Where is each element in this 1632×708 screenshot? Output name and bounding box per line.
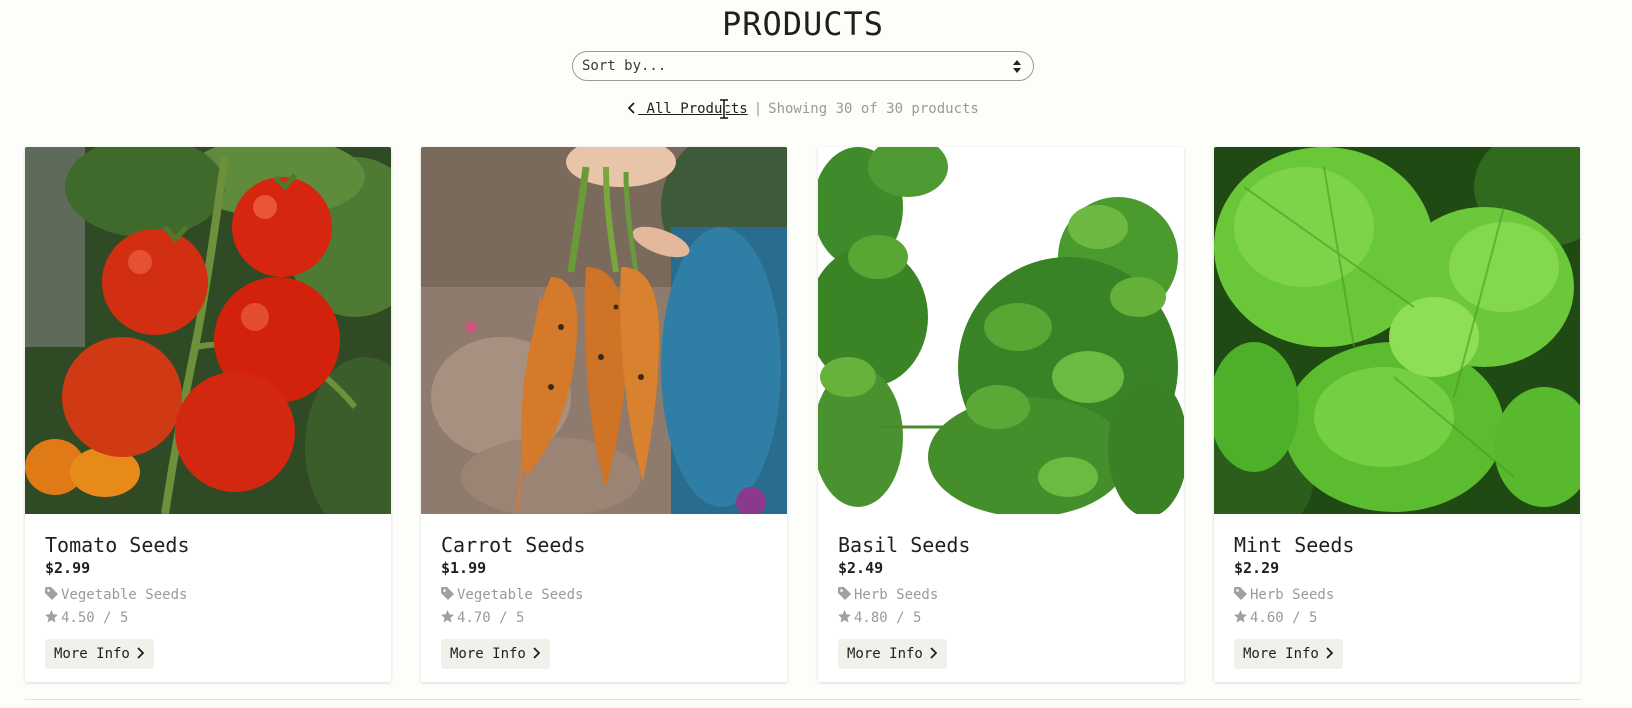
product-card: Mint Seeds $2.29 Herb Seeds 4.60 / 5 Mor… xyxy=(1214,147,1580,682)
tag-icon xyxy=(1234,587,1247,600)
sort-select[interactable]: Sort by... xyxy=(572,51,1034,81)
product-rating: 4.80 / 5 xyxy=(838,609,921,627)
product-image-tomato xyxy=(25,147,391,514)
more-info-button[interactable]: More Info xyxy=(441,639,550,669)
product-image-carrot xyxy=(421,147,787,514)
product-image-mint xyxy=(1214,147,1580,514)
star-icon xyxy=(1234,610,1247,623)
product-category: Herb Seeds xyxy=(1234,586,1334,604)
product-card: Carrot Seeds $1.99 Vegetable Seeds 4.70 … xyxy=(421,147,787,682)
product-category: Herb Seeds xyxy=(838,586,938,604)
tag-icon xyxy=(838,587,851,600)
product-rating: 4.50 / 5 xyxy=(45,609,128,627)
more-info-label: More Info xyxy=(54,646,130,662)
product-rating-label: 4.60 / 5 xyxy=(1250,610,1318,626)
star-icon xyxy=(838,610,851,623)
tag-icon xyxy=(45,587,58,600)
chevron-right-icon xyxy=(1326,647,1333,659)
product-category-label: Herb Seeds xyxy=(1250,587,1335,603)
product-rating: 4.70 / 5 xyxy=(441,609,524,627)
sort-arrows-icon xyxy=(1013,60,1021,73)
star-icon xyxy=(441,610,454,623)
product-category-label: Vegetable Seeds xyxy=(457,587,584,603)
results-count: Showing 30 of 30 products xyxy=(768,101,979,117)
product-price: $2.49 xyxy=(838,559,884,577)
product-name: Carrot Seeds xyxy=(441,533,586,557)
product-card: Basil Seeds $2.49 Herb Seeds 4.80 / 5 Mo… xyxy=(818,147,1184,682)
product-price: $2.99 xyxy=(45,559,91,577)
chevron-right-icon xyxy=(533,647,540,659)
product-name: Tomato Seeds xyxy=(45,533,190,557)
page-title: PRODUCTS xyxy=(721,5,885,43)
more-info-label: More Info xyxy=(847,646,923,662)
product-price: $1.99 xyxy=(441,559,487,577)
more-info-button[interactable]: More Info xyxy=(1234,639,1343,669)
product-category: Vegetable Seeds xyxy=(441,586,583,604)
all-products-label: All Products xyxy=(638,101,748,117)
more-info-label: More Info xyxy=(450,646,526,662)
star-icon xyxy=(45,610,58,623)
product-rating-label: 4.70 / 5 xyxy=(457,610,525,626)
product-category: Vegetable Seeds xyxy=(45,586,187,604)
product-card: Tomato Seeds $2.99 Vegetable Seeds 4.50 … xyxy=(25,147,391,682)
product-category-label: Vegetable Seeds xyxy=(61,587,188,603)
product-category-label: Herb Seeds xyxy=(854,587,939,603)
more-info-button[interactable]: More Info xyxy=(838,639,947,669)
product-rating-label: 4.80 / 5 xyxy=(854,610,922,626)
section-divider xyxy=(25,699,1581,700)
more-info-label: More Info xyxy=(1243,646,1319,662)
product-name: Mint Seeds xyxy=(1234,533,1355,557)
all-products-link[interactable]: All Products xyxy=(627,101,748,117)
tag-icon xyxy=(441,587,454,600)
more-info-button[interactable]: More Info xyxy=(45,639,154,669)
product-image-basil xyxy=(818,147,1184,514)
product-name: Basil Seeds xyxy=(838,533,971,557)
product-rating-label: 4.50 / 5 xyxy=(61,610,129,626)
nav-separator: | xyxy=(753,101,763,117)
product-rating: 4.60 / 5 xyxy=(1234,609,1317,627)
results-nav: All Products | Showing 30 of 30 products xyxy=(0,99,1606,119)
chevron-right-icon xyxy=(137,647,144,659)
chevron-right-icon xyxy=(930,647,937,659)
chevron-left-icon xyxy=(627,102,635,114)
product-price: $2.29 xyxy=(1234,559,1280,577)
sort-select-value: Sort by... xyxy=(582,58,667,74)
